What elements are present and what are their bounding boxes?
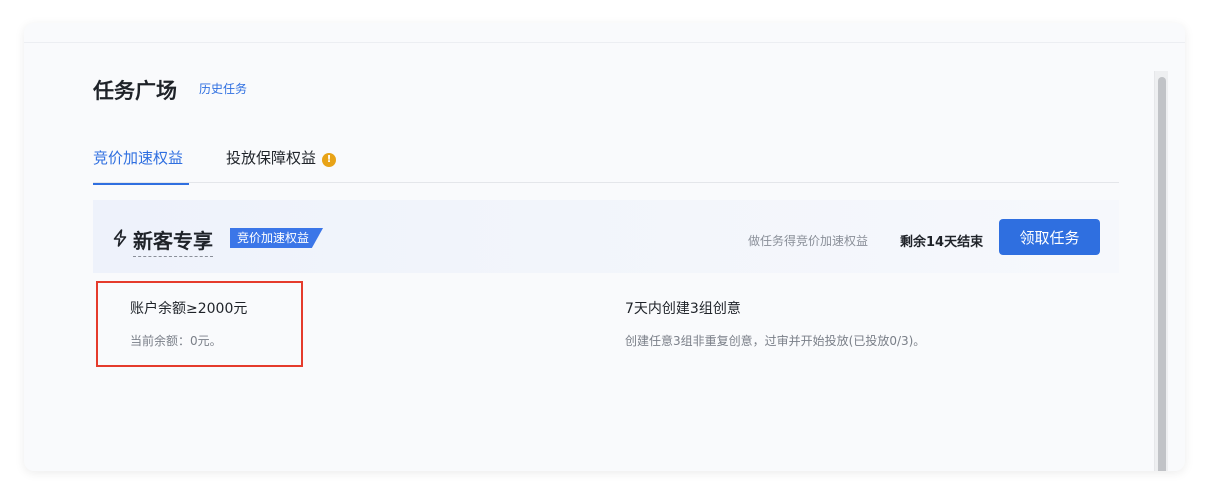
- history-tasks-link[interactable]: 历史任务: [199, 80, 247, 97]
- warning-icon: !: [322, 153, 337, 167]
- page-title: 任务广场: [93, 79, 177, 103]
- top-divider: [24, 42, 1185, 43]
- benefit-badge: 竞价加速权益: [230, 228, 324, 248]
- task-card: 7天内创建3组创意 创建任意3组非重复创意，过审并开始投放(已投放0/3)。: [606, 273, 1119, 373]
- new-customer-section-header: 新客专享 竞价加速权益 做任务得竞价加速权益 剩余14天结束 领取任务: [93, 200, 1119, 273]
- section-description: 做任务得竞价加速权益: [748, 234, 869, 248]
- claim-task-button[interactable]: 领取任务: [999, 219, 1100, 255]
- highlight-box: [96, 281, 303, 367]
- task-square-card: 任务广场 历史任务 竞价加速权益 投放保障权益! 新客专享 竞价加速权益 做任务…: [24, 23, 1185, 471]
- section-title: 新客专享: [133, 225, 213, 257]
- active-tab-indicator: [93, 183, 189, 185]
- tab-label: 竞价加速权益: [93, 149, 184, 167]
- tab-bid-acceleration[interactable]: 竞价加速权益: [93, 147, 189, 185]
- tab-delivery-guarantee[interactable]: 投放保障权益!: [226, 147, 337, 183]
- tab-bar: 竞价加速权益 投放保障权益!: [93, 143, 1119, 185]
- task-title: 7天内创建3组创意: [625, 301, 741, 317]
- remaining-days: 剩余14天结束: [900, 235, 984, 250]
- lightning-icon: [113, 229, 127, 247]
- scrollbar-thumb[interactable]: [1158, 77, 1166, 471]
- task-description: 创建任意3组非重复创意，过审并开始投放(已投放0/3)。: [625, 334, 926, 348]
- vertical-scrollbar[interactable]: [1154, 71, 1168, 471]
- tab-label: 投放保障权益: [226, 149, 317, 167]
